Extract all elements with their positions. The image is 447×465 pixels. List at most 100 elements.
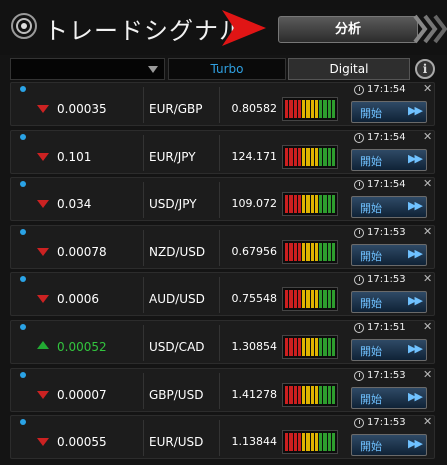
meter-segment bbox=[297, 338, 301, 356]
meter-segment bbox=[306, 338, 310, 356]
meter-segment bbox=[285, 385, 289, 404]
start-button-label: 開始 bbox=[360, 107, 382, 120]
meter-segment bbox=[319, 242, 323, 261]
start-button[interactable]: 開始 ▶▶ bbox=[351, 291, 427, 314]
clock-icon bbox=[354, 227, 364, 238]
status-dot-icon bbox=[20, 181, 26, 188]
status-dot-icon bbox=[20, 228, 26, 235]
meter-segment bbox=[306, 195, 310, 214]
meter-segment bbox=[323, 290, 327, 309]
meter-segment bbox=[331, 433, 335, 452]
meter-segment bbox=[302, 100, 306, 118]
arrow-down-icon bbox=[37, 438, 49, 447]
filter-bar: Turbo Digital i bbox=[10, 58, 447, 80]
info-icon[interactable]: i bbox=[415, 59, 435, 79]
fast-forward-icon: ▶▶ bbox=[408, 342, 423, 355]
start-button[interactable]: 開始 ▶▶ bbox=[351, 434, 427, 457]
status-dot-icon bbox=[20, 86, 26, 92]
tab-turbo[interactable]: Turbo bbox=[168, 58, 286, 80]
meter-segment bbox=[314, 242, 318, 261]
fast-forward-icon: ▶▶ bbox=[408, 104, 423, 117]
arrow-up-icon bbox=[37, 341, 49, 349]
signal-row: 0.00007 GBP/USD 1.41278 17:1:53 ✕ 開始 ▶▶ bbox=[10, 367, 435, 412]
meter-segment bbox=[314, 338, 318, 356]
asset-dropdown[interactable] bbox=[10, 58, 165, 80]
tab-digital[interactable]: Digital bbox=[288, 58, 410, 80]
meter-segment bbox=[285, 100, 289, 118]
meter-segment bbox=[327, 385, 331, 404]
close-icon[interactable]: ✕ bbox=[423, 130, 432, 143]
exchange-rate: 109.072 bbox=[231, 197, 278, 211]
close-icon[interactable]: ✕ bbox=[423, 82, 432, 95]
meter-segment bbox=[285, 433, 289, 452]
clock-icon bbox=[354, 370, 364, 381]
divider bbox=[219, 277, 220, 314]
divider bbox=[219, 134, 220, 171]
close-icon[interactable]: ✕ bbox=[423, 320, 432, 333]
currency-pair: EUR/USD bbox=[149, 435, 204, 450]
meter-segment bbox=[306, 433, 310, 452]
divider bbox=[143, 372, 144, 409]
meter-segment bbox=[314, 147, 318, 166]
start-button[interactable]: 開始 ▶▶ bbox=[351, 101, 427, 123]
signal-time: 17:1:51 bbox=[367, 322, 406, 333]
meter-segment bbox=[293, 433, 297, 452]
start-button[interactable]: 開始 ▶▶ bbox=[351, 243, 427, 266]
meter-segment bbox=[289, 433, 293, 452]
close-icon[interactable]: ✕ bbox=[423, 415, 432, 428]
meter-segment bbox=[285, 290, 289, 309]
close-icon[interactable]: ✕ bbox=[423, 177, 432, 190]
arrow-down-icon bbox=[37, 390, 49, 399]
signal-value: 0.00035 bbox=[57, 102, 107, 116]
meter-segment bbox=[285, 338, 289, 356]
start-button[interactable]: 開始 ▶▶ bbox=[351, 386, 427, 409]
strength-meter bbox=[282, 287, 338, 312]
start-button[interactable]: 開始 ▶▶ bbox=[351, 148, 427, 171]
meter-segment bbox=[293, 147, 297, 166]
status-dot-icon bbox=[20, 324, 26, 330]
meter-segment bbox=[302, 290, 306, 309]
divider bbox=[143, 277, 144, 314]
strength-meter bbox=[282, 239, 338, 264]
arrow-down-icon bbox=[37, 152, 49, 161]
meter-segment bbox=[306, 242, 310, 261]
start-button[interactable]: 開始 ▶▶ bbox=[351, 339, 427, 361]
start-button[interactable]: 開始 ▶▶ bbox=[351, 196, 427, 219]
meter-segment bbox=[310, 290, 314, 309]
meter-segment bbox=[310, 338, 314, 356]
meter-segment bbox=[323, 100, 327, 118]
meter-segment bbox=[297, 433, 301, 452]
close-icon[interactable]: ✕ bbox=[423, 225, 432, 238]
meter-segment bbox=[331, 385, 335, 404]
divider bbox=[143, 420, 144, 457]
exchange-rate: 1.41278 bbox=[231, 387, 278, 401]
divider bbox=[219, 325, 220, 361]
signal-time: 17:1:53 bbox=[367, 369, 406, 381]
signal-value: 0.034 bbox=[57, 197, 92, 212]
close-icon[interactable]: ✕ bbox=[423, 272, 432, 285]
arrow-down-icon bbox=[37, 247, 49, 256]
meter-segment bbox=[297, 385, 301, 404]
dropdown-arrow-icon[interactable] bbox=[148, 66, 158, 73]
strength-meter bbox=[282, 97, 338, 121]
close-icon[interactable]: ✕ bbox=[423, 368, 432, 381]
meter-segment bbox=[323, 147, 327, 166]
analysis-button[interactable]: 分析 bbox=[278, 16, 418, 43]
header-bar: トレードシグナル 分析 bbox=[0, 0, 447, 55]
signal-value: 0.00007 bbox=[57, 387, 107, 402]
meter-segment bbox=[331, 195, 335, 214]
currency-pair: EUR/JPY bbox=[149, 149, 196, 164]
status-dot-icon bbox=[20, 419, 26, 426]
meter-segment bbox=[331, 290, 335, 309]
meter-segment bbox=[327, 338, 331, 356]
meter-segment bbox=[319, 290, 323, 309]
meter-segment bbox=[323, 242, 327, 261]
meter-segment bbox=[310, 147, 314, 166]
meter-segment bbox=[327, 100, 331, 118]
signal-time: 17:1:53 bbox=[367, 274, 406, 286]
meter-segment bbox=[306, 147, 310, 166]
meter-segment bbox=[289, 290, 293, 309]
clock-icon bbox=[354, 180, 364, 191]
meter-segment bbox=[331, 242, 335, 261]
signal-row: 0.101 EUR/JPY 124.171 17:1:54 ✕ 開始 ▶▶ bbox=[10, 129, 435, 174]
